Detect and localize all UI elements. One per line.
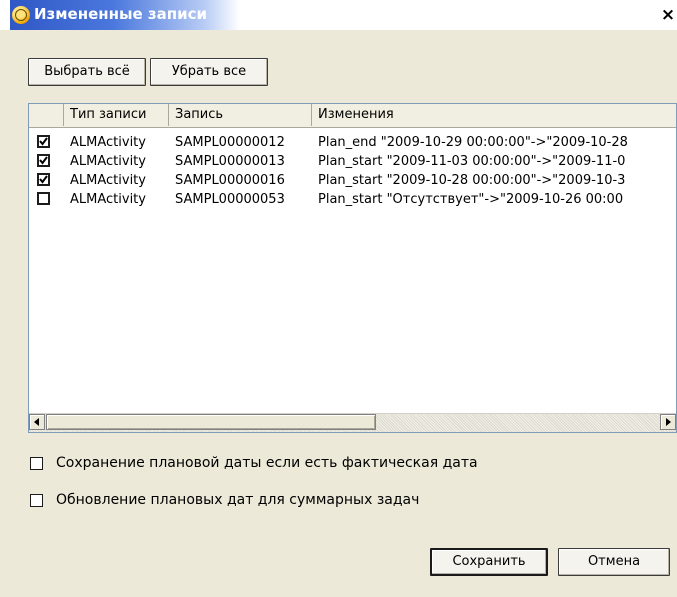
row-checkbox[interactable]	[37, 173, 50, 186]
horizontal-scrollbar[interactable]	[29, 413, 676, 432]
cell-record-type: ALMActivity	[70, 173, 146, 188]
cell-record-id: SAMPL00000053	[175, 192, 285, 207]
cell-record-type: ALMActivity	[70, 192, 146, 207]
scroll-thumb[interactable]	[46, 414, 376, 430]
arrow-right-icon	[666, 418, 671, 426]
arrow-left-icon	[34, 418, 39, 426]
window-title: Измененные записи	[34, 5, 208, 23]
table-row[interactable]: ALMActivity SAMPL00000016 Plan_start "2009…	[29, 171, 676, 191]
keep-planned-checkbox[interactable]	[30, 457, 43, 470]
cell-changes: Plan_end "2009-10-29 00:00:00"->"2009-10…	[318, 135, 628, 150]
cancel-button[interactable]: Отмена	[558, 548, 670, 576]
cell-changes: Plan_start "2009-10-28 00:00:00"->"2009-…	[318, 173, 626, 188]
deselect-all-button[interactable]: Убрать все	[150, 58, 268, 86]
column-header-record[interactable]: Запись	[169, 104, 312, 126]
cell-record-id: SAMPL00000012	[175, 135, 285, 150]
row-checkbox[interactable]	[37, 135, 50, 148]
cell-changes: Plan_start "2009-11-03 00:00:00"->"2009-…	[318, 154, 626, 169]
table-row[interactable]: ALMActivity SAMPL00000012 Plan_end "2009-1…	[29, 133, 676, 153]
table-header: Тип записи Запись Изменения	[29, 104, 676, 128]
checkmark-icon	[39, 156, 48, 165]
keep-planned-label: Сохранение плановой даты если есть факти…	[56, 455, 478, 471]
select-all-button[interactable]: Выбрать всё	[28, 58, 146, 86]
row-checkbox[interactable]	[37, 192, 50, 205]
cell-record-type: ALMActivity	[70, 135, 146, 150]
close-icon: ×	[660, 5, 676, 25]
app-globe-icon	[12, 6, 30, 24]
cell-record-id: SAMPL00000016	[175, 173, 285, 188]
title-bar: Измененные записи ×	[0, 0, 677, 30]
changes-table: Тип записи Запись Изменения ALMActivity S…	[28, 103, 677, 433]
table-row[interactable]: ALMActivity SAMPL00000013 Plan_start "2009…	[29, 152, 676, 172]
checkmark-icon	[39, 175, 48, 184]
scroll-right-button[interactable]	[660, 414, 676, 430]
cell-record-id: SAMPL00000013	[175, 154, 285, 169]
scroll-left-button[interactable]	[29, 414, 45, 430]
cell-record-type: ALMActivity	[70, 154, 146, 169]
checkmark-icon	[39, 137, 48, 146]
cell-changes: Plan_start "Отсутствует"->"2009-10-26 00…	[318, 192, 624, 207]
column-header-check[interactable]	[29, 104, 64, 126]
table-row[interactable]: ALMActivity SAMPL00000053 Plan_start "Отсу…	[29, 190, 676, 210]
update-summary-label: Обновление плановых дат для суммарных за…	[56, 492, 420, 508]
column-header-type[interactable]: Тип записи	[64, 104, 169, 126]
update-summary-checkbox[interactable]	[30, 494, 43, 507]
column-header-changes[interactable]: Изменения	[312, 104, 676, 126]
save-button[interactable]: Сохранить	[430, 548, 548, 576]
close-button[interactable]: ×	[659, 6, 677, 24]
row-checkbox[interactable]	[37, 154, 50, 167]
